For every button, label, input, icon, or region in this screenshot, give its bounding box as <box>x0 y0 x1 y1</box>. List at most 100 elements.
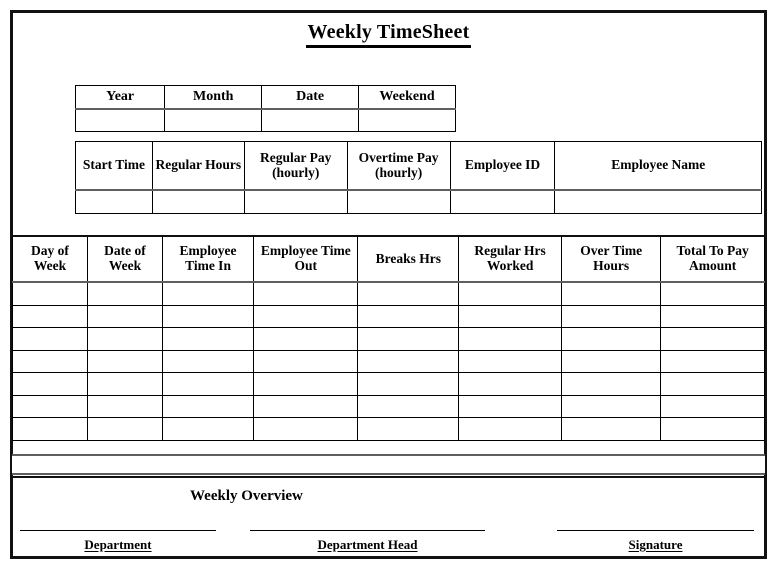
table-cell[interactable] <box>161 349 255 373</box>
cell-year[interactable] <box>74 108 166 132</box>
weekly-overview-label: Weekly Overview <box>190 488 303 504</box>
table-cell[interactable] <box>660 349 765 373</box>
table-cell[interactable] <box>357 281 460 306</box>
table-cell[interactable] <box>86 394 163 418</box>
table-cell[interactable] <box>660 327 765 351</box>
table-cell[interactable] <box>458 394 563 418</box>
cell-weekend[interactable] <box>358 108 456 132</box>
header-time-in: Employee Time In <box>161 235 255 283</box>
table-cell[interactable] <box>660 372 765 396</box>
table-cell[interactable] <box>86 327 163 351</box>
header-breaks-hrs: Breaks Hrs <box>357 235 460 283</box>
table-header-row: Day of Week Date of Week Employee Time I… <box>12 235 765 283</box>
signature-label-department-head: Department Head <box>317 537 418 552</box>
table-cell[interactable] <box>161 417 255 441</box>
table-cell[interactable] <box>357 394 460 418</box>
timesheet-form: Weekly TimeSheet Year Month Date Weekend <box>10 10 767 559</box>
table-cell[interactable] <box>458 372 563 396</box>
table-row <box>12 304 765 328</box>
table-cell[interactable] <box>561 394 662 418</box>
table-cell[interactable] <box>561 417 662 441</box>
table-cell[interactable] <box>253 394 359 418</box>
table-cell[interactable] <box>357 304 460 328</box>
weekly-overview-section: Weekly Overview Department Department He… <box>12 476 765 563</box>
table-cell[interactable] <box>253 349 359 373</box>
header-regular-pay: Regular Pay (hourly) <box>243 141 348 191</box>
header-month: Month <box>164 85 263 110</box>
cell-employee-id[interactable] <box>449 189 556 214</box>
header-year: Year <box>74 85 166 110</box>
cell-regular-pay[interactable] <box>243 189 348 214</box>
table-cell[interactable] <box>12 394 88 418</box>
weekly-hours-body <box>12 281 765 441</box>
table-cell[interactable] <box>86 349 163 373</box>
table-cell[interactable] <box>253 372 359 396</box>
table-cell[interactable] <box>561 372 662 396</box>
header-start-time: Start Time <box>75 141 153 191</box>
table-cell[interactable] <box>12 327 88 351</box>
table-cell[interactable] <box>161 394 255 418</box>
signature-label-signature: Signature <box>628 537 683 552</box>
employee-info-table: Start Time Regular Hours Regular Pay (ho… <box>75 141 762 214</box>
table-cell[interactable] <box>253 281 359 306</box>
cell-overtime-pay[interactable] <box>346 189 451 214</box>
table-cell[interactable] <box>561 281 662 306</box>
signature-label-department: Department <box>84 537 152 552</box>
header-regular-hrs: Regular Hrs Worked <box>458 235 563 283</box>
cell-start-time[interactable] <box>75 189 153 214</box>
table-cell[interactable] <box>458 281 563 306</box>
header-regular-hours: Regular Hours <box>151 141 245 191</box>
table-header-row: Start Time Regular Hours Regular Pay (ho… <box>75 141 762 191</box>
table-cell[interactable] <box>12 281 88 306</box>
table-cell[interactable] <box>86 304 163 328</box>
table-cell[interactable] <box>561 327 662 351</box>
table-cell[interactable] <box>161 304 255 328</box>
table-cell[interactable] <box>86 281 163 306</box>
cell-regular-hours[interactable] <box>151 189 245 214</box>
header-overtime-hours: Over Time Hours <box>561 235 662 283</box>
table-cell[interactable] <box>253 417 359 441</box>
table-cell[interactable] <box>561 349 662 373</box>
table-cell[interactable] <box>357 327 460 351</box>
table-cell[interactable] <box>12 349 88 373</box>
table-cell[interactable] <box>161 281 255 306</box>
table-cell[interactable] <box>86 372 163 396</box>
table-header-row: Year Month Date Weekend <box>74 85 456 110</box>
cell-employee-name[interactable] <box>554 189 762 214</box>
table-cell[interactable] <box>561 304 662 328</box>
table-cell[interactable] <box>357 372 460 396</box>
table-cell[interactable] <box>12 372 88 396</box>
header-weekend: Weekend <box>358 85 456 110</box>
table-cell[interactable] <box>660 417 765 441</box>
totals-bar-row[interactable] <box>12 454 765 475</box>
table-cell[interactable] <box>12 304 88 328</box>
header-employee-name: Employee Name <box>554 141 762 191</box>
header-date: Date <box>261 85 360 110</box>
header-time-out: Employee Time Out <box>253 235 359 283</box>
table-cell[interactable] <box>357 349 460 373</box>
table-cell[interactable] <box>458 349 563 373</box>
table-cell[interactable] <box>12 417 88 441</box>
table-row <box>12 372 765 396</box>
table-cell[interactable] <box>660 281 765 306</box>
table-cell[interactable] <box>660 394 765 418</box>
table-row <box>12 349 765 373</box>
table-cell[interactable] <box>253 304 359 328</box>
header-overtime-pay: Overtime Pay (hourly) <box>346 141 451 191</box>
header-employee-id: Employee ID <box>449 141 556 191</box>
table-cell[interactable] <box>86 417 163 441</box>
table-cell[interactable] <box>458 304 563 328</box>
table-row <box>75 189 762 214</box>
cell-month[interactable] <box>164 108 263 132</box>
period-table: Year Month Date Weekend <box>74 85 456 132</box>
table-cell[interactable] <box>357 417 460 441</box>
table-cell[interactable] <box>458 327 563 351</box>
signature-slot-department-head: Department Head <box>250 530 485 553</box>
signature-slot-signature: Signature <box>557 530 754 553</box>
table-cell[interactable] <box>161 327 255 351</box>
table-cell[interactable] <box>660 304 765 328</box>
cell-date[interactable] <box>261 108 360 132</box>
table-cell[interactable] <box>161 372 255 396</box>
table-cell[interactable] <box>458 417 563 441</box>
table-cell[interactable] <box>253 327 359 351</box>
